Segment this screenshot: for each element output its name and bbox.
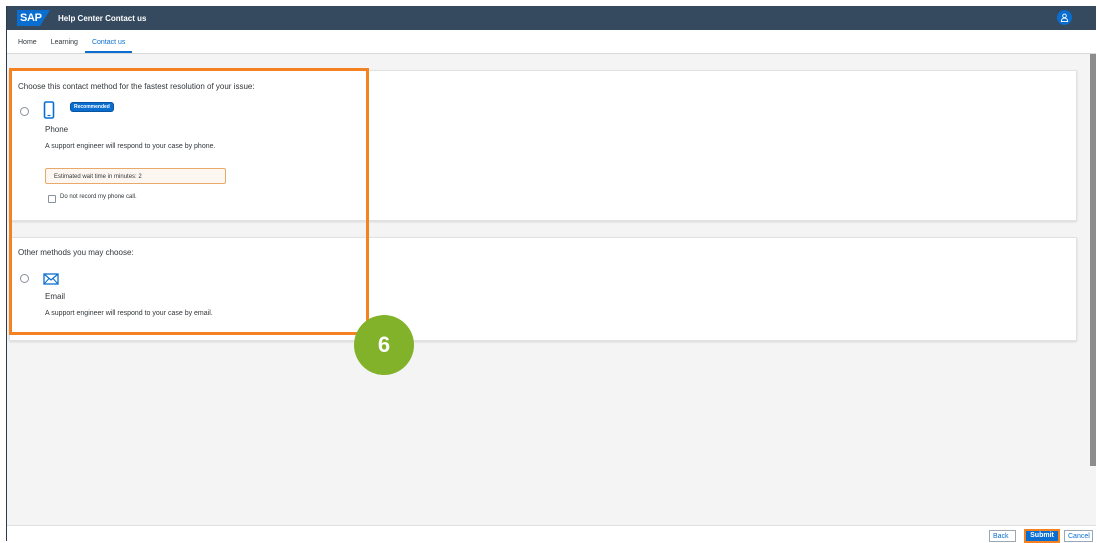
tab-contact-us[interactable]: Contact us	[84, 39, 133, 53]
step-number-badge: 6	[354, 315, 414, 375]
avatar[interactable]	[1057, 10, 1072, 25]
phone-label: Phone	[45, 125, 69, 134]
sap-logo[interactable]: SAP	[17, 10, 50, 26]
fastest-method-heading: Choose this contact method for the faste…	[18, 82, 255, 91]
shell-bar: SAP Help Center Contact us	[7, 6, 1096, 30]
tab-home[interactable]: Home	[7, 39, 44, 53]
person-icon	[1060, 13, 1069, 22]
app-frame: SAP Help Center Contact us Home Learning…	[6, 6, 1096, 543]
other-methods-card: Other methods you may choose: Email A su…	[9, 237, 1077, 341]
back-button[interactable]: Back	[989, 530, 1016, 542]
phone-description: A support engineer will respond to your …	[45, 143, 216, 150]
phone-radio[interactable]	[20, 107, 29, 116]
do-not-record-checkbox[interactable]	[48, 195, 56, 203]
wait-time-notice: Estimated wait time in minutes: 2	[45, 168, 226, 184]
tab-bar: Home Learning Contact us	[7, 30, 1096, 54]
shell-title: Help Center Contact us	[58, 13, 147, 23]
vertical-scrollbar[interactable]	[1090, 54, 1096, 466]
fastest-method-card: Choose this contact method for the faste…	[9, 70, 1077, 221]
email-label: Email	[45, 292, 66, 301]
footer-toolbar: Back Submit Cancel	[7, 525, 1096, 543]
cancel-button[interactable]: Cancel	[1064, 530, 1093, 542]
mail-icon	[43, 273, 59, 285]
email-radio[interactable]	[20, 274, 29, 283]
phone-icon	[43, 101, 55, 119]
do-not-record-label: Do not record my phone call.	[60, 194, 137, 200]
email-description: A support engineer will respond to your …	[45, 310, 213, 317]
tab-learning[interactable]: Learning	[44, 39, 85, 53]
recommended-badge: Recommended	[71, 103, 113, 111]
other-methods-heading: Other methods you may choose:	[18, 248, 134, 257]
